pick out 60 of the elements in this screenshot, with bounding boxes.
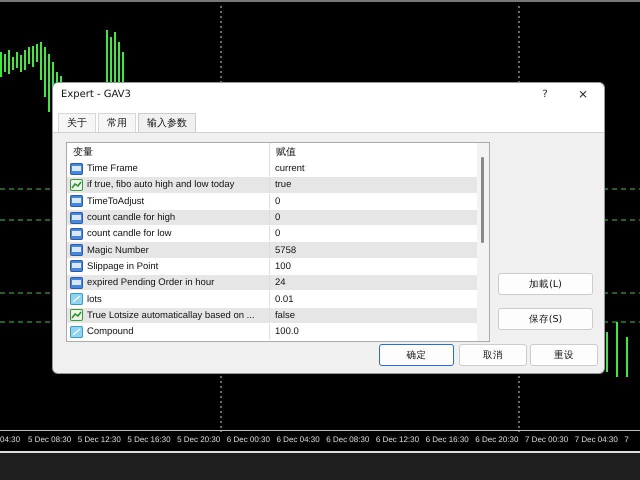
window-title: Expert - GAV3 [61, 88, 132, 100]
parameter-name: count candle for high [87, 212, 176, 224]
column-header: 变量 [67, 143, 270, 161]
parameter-name: Compound [87, 326, 134, 338]
parameter-value[interactable]: current [270, 161, 478, 176]
integer-type-icon [70, 276, 83, 289]
help-button[interactable]: ? [530, 88, 560, 100]
line-chart-icon [70, 178, 83, 191]
time-axis-label: 5 Dec 16:30 [127, 435, 171, 444]
time-axis-label: 04:30 [0, 435, 20, 444]
parameter-value[interactable]: 0 [270, 210, 478, 226]
integer-type-icon [70, 162, 83, 175]
parameter-name: Time Frame [87, 163, 138, 174]
dialog-button[interactable]: 保存(S) [498, 308, 593, 330]
parameter-value[interactable]: 24 [270, 275, 478, 290]
fraction-type-icon [70, 293, 83, 306]
parameter-value[interactable]: false [270, 308, 478, 323]
time-axis-label: 6 Dec 16:30 [426, 435, 469, 444]
parameter-name: Magic Number [87, 244, 149, 256]
integer-type-icon [70, 212, 83, 224]
time-axis-label: 6 Dec 12:30 [376, 435, 420, 444]
tab[interactable]: 常用 [98, 113, 136, 132]
integer-type-icon [70, 195, 83, 208]
parameter-value[interactable]: 100 [270, 258, 478, 274]
time-axis-label: 5 Dec 20:30 [177, 435, 220, 444]
parameter-name: True Lotsize automaticallay based on ... [87, 310, 255, 321]
parameter-value[interactable]: true [270, 177, 478, 193]
time-axis-label: 6 Dec 00:30 [226, 435, 270, 444]
time-axis-label: 6 Dec 04:30 [276, 435, 320, 444]
time-axis-label: 7 [624, 435, 629, 444]
parameter-name: if true, fibo auto high and low today [87, 179, 234, 190]
integer-type-icon [70, 244, 83, 256]
dialog-button[interactable]: 确定 [379, 344, 454, 366]
dialog-button[interactable]: 取消 [459, 344, 527, 366]
time-axis-label: 5 Dec 08:30 [28, 435, 72, 444]
time-axis-label: 5 Dec 12:30 [78, 435, 121, 444]
parameter-name: Slippage in Point [87, 260, 158, 272]
parameter-value[interactable]: 100.0 [270, 324, 478, 340]
column-header: 赋值 [275, 146, 297, 160]
dialog-button[interactable]: 加載(L) [498, 273, 593, 295]
parameter-name: expired Pending Order in hour [87, 277, 214, 288]
tab[interactable]: 关于 [58, 113, 96, 132]
tab[interactable]: 输入参数 [138, 113, 196, 132]
close-button[interactable]: × [568, 87, 598, 101]
parameter-name: TimeToAdjust [87, 196, 144, 207]
parameter-value[interactable]: 0 [270, 226, 478, 242]
integer-type-icon [70, 228, 83, 240]
time-axis-label: 6 Dec 20:30 [475, 435, 518, 444]
scrollbar[interactable] [477, 143, 489, 341]
line-chart-icon [70, 309, 83, 322]
dialog-button[interactable]: 重设 [530, 344, 598, 366]
parameter-value[interactable]: 0.01 [270, 291, 478, 307]
parameter-name: count candle for low [87, 228, 172, 240]
parameter-value[interactable]: 0 [270, 194, 478, 209]
parameter-name: lots [87, 294, 102, 305]
time-axis-label: 6 Dec 08:30 [326, 435, 370, 444]
time-axis-label: 7 Dec 04:30 [574, 435, 618, 444]
time-axis-label: 7 Dec 00:30 [525, 435, 568, 444]
parameter-value[interactable]: 5758 [270, 242, 478, 258]
integer-type-icon [70, 260, 83, 272]
